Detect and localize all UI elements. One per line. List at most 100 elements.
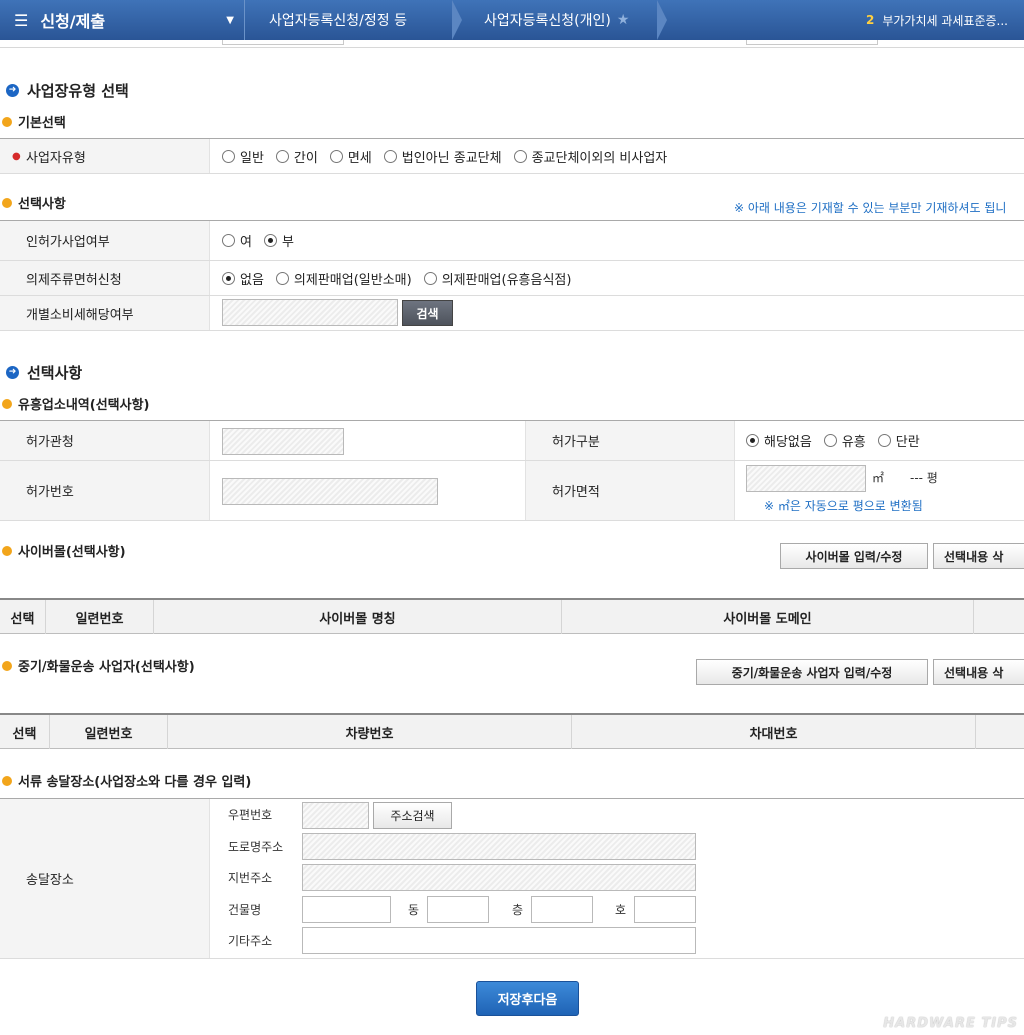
required-icon: ●	[12, 150, 21, 162]
arrow-circle-icon: ➜	[6, 84, 19, 97]
radio-general[interactable]: 일반	[222, 147, 264, 166]
radio-permit-karaoke[interactable]: 단란	[877, 431, 920, 450]
notice-ticker[interactable]: 2 부가가치세 과세표준증...	[866, 12, 1024, 29]
radio-permit-none[interactable]: 해당없음	[746, 431, 812, 450]
label-biz-type: ● 사업자유형	[0, 139, 210, 173]
label-delivery: 송달장소	[0, 799, 210, 958]
road-address-input[interactable]	[302, 833, 696, 860]
cut-off-input-2	[746, 40, 878, 45]
radio-exempt[interactable]: 면세	[329, 147, 372, 166]
permit-area-input[interactable]	[746, 465, 866, 492]
subsection-options: 선택사항	[2, 193, 66, 212]
label-permit-type: 허가구분	[525, 421, 735, 460]
pyeong-value: --- 평	[910, 471, 938, 485]
permit-type-radio-group: 해당없음 유흥 단란	[746, 421, 926, 460]
radio-non-business[interactable]: 종교단체이외의 비사업자	[513, 147, 667, 166]
label-road-address: 도로명주소	[228, 840, 284, 854]
building-input[interactable]	[302, 896, 391, 923]
subsection-truck: 중기/화물운송 사업자(선택사항)	[2, 656, 195, 675]
menu-dropdown[interactable]: ☰ 신청/제출 ▼	[0, 0, 245, 40]
label-license: 인허가사업여부	[0, 221, 210, 260]
col-mall-name: 사이버몰 명칭	[154, 600, 562, 634]
label-building: 건물명	[228, 903, 262, 917]
truck-delete-button[interactable]: 선택내용 삭	[933, 659, 1024, 685]
radio-liquor-none[interactable]: 없음	[222, 269, 264, 288]
truck-edit-button[interactable]: 중기/화물운송 사업자 입력/수정	[696, 659, 928, 685]
bullet-icon	[2, 197, 12, 208]
liquor-radio-group: 없음 의제판매업(일반소매) 의제판매업(유흥음식점)	[222, 261, 577, 295]
section-title-options: ➜ 선택사항	[6, 362, 82, 383]
radio-license-yes[interactable]: 여	[222, 231, 252, 250]
label-floor: 층	[512, 903, 524, 917]
watermark-logo: HARDWARE TIPS	[883, 1016, 1018, 1031]
label-agency: 허가관청	[0, 421, 210, 460]
bullet-icon	[2, 660, 12, 671]
breadcrumb-item-1[interactable]: 사업자등록신청/정정 등	[245, 0, 462, 40]
area-unit: ㎡	[872, 471, 885, 485]
radio-liquor-bar[interactable]: 의제판매업(유흥음식점)	[423, 269, 571, 288]
cybermall-table-header: 선택 일련번호 사이버몰 명칭 사이버몰 도메인	[0, 598, 1024, 634]
label-permit-no: 허가번호	[0, 461, 210, 520]
jibun-address-input[interactable]	[302, 864, 696, 891]
subsection-basic: 기본선택	[2, 112, 66, 131]
cybermall-edit-button[interactable]: 사이버몰 입력/수정	[780, 543, 928, 569]
notice-number: 2	[865, 13, 875, 27]
save-next-button[interactable]: 저장후다음	[476, 981, 579, 1016]
bullet-icon	[2, 545, 12, 556]
col-select: 선택	[0, 715, 50, 749]
zip-input[interactable]	[302, 802, 369, 829]
subsection-delivery: 서류 송달장소(사업장소와 다를 경우 입력)	[2, 771, 251, 790]
radio-religious[interactable]: 법인아닌 종교단체	[383, 147, 502, 166]
area-note: ※ ㎡은 자동으로 평으로 변환됨	[764, 499, 923, 513]
label-jibun-address: 지번주소	[228, 871, 273, 885]
label-ho: 호	[615, 903, 627, 917]
agency-input[interactable]	[222, 428, 344, 455]
dong-input[interactable]	[427, 896, 489, 923]
col-select: 선택	[0, 600, 46, 634]
col-serial: 일련번호	[50, 715, 168, 749]
truck-table-header: 선택 일련번호 차량번호 차대번호	[0, 713, 1024, 749]
row-license: 인허가사업여부 여 부	[0, 221, 1024, 261]
label-excise: 개별소비세해당여부	[0, 296, 210, 330]
row-agency: 허가관청 허가구분 해당없음 유흥 단란	[0, 421, 1024, 461]
top-nav-bar: ☰ 신청/제출 ▼ 사업자등록신청/정정 등 사업자등록신청(개인) ★ 2 부가…	[0, 0, 1024, 40]
license-radio-group: 여 부	[222, 221, 300, 260]
label-zip: 우편번호	[228, 808, 273, 822]
label-etc-address: 기타주소	[228, 934, 273, 948]
star-icon[interactable]: ★	[617, 12, 630, 28]
label-liquor: 의제주류면허신청	[0, 261, 210, 295]
subsection-entertainment: 유흥업소내역(선택사항)	[2, 394, 149, 413]
row-liquor: 의제주류면허신청 없음 의제판매업(일반소매) 의제판매업(유흥음식점)	[0, 261, 1024, 296]
col-vehicle-no: 차량번호	[168, 715, 572, 749]
radio-liquor-retail[interactable]: 의제판매업(일반소매)	[275, 269, 412, 288]
row-excise: 개별소비세해당여부	[0, 296, 1024, 331]
col-mall-domain: 사이버몰 도메인	[562, 600, 974, 634]
floor-input[interactable]	[531, 896, 593, 923]
notice-text: 부가가치세 과세표준증...	[882, 13, 1008, 28]
radio-simple[interactable]: 간이	[275, 147, 318, 166]
excise-search-button[interactable]: 검색	[402, 300, 453, 326]
cybermall-delete-button[interactable]: 선택내용 삭	[933, 543, 1024, 569]
address-search-button[interactable]: 주소검색	[373, 802, 452, 829]
permit-no-input[interactable]	[222, 478, 438, 505]
cut-off-input-1	[222, 40, 344, 45]
etc-address-input[interactable]	[302, 927, 696, 954]
hamburger-icon: ☰	[14, 10, 29, 30]
arrow-circle-icon: ➜	[6, 366, 19, 379]
radio-permit-entertainment[interactable]: 유흥	[823, 431, 866, 450]
excise-input[interactable]	[222, 299, 398, 326]
menu-title: 신청/제출	[40, 12, 106, 31]
label-permit-area: 허가면적	[525, 461, 735, 520]
row-biz-type: ● 사업자유형 일반 간이 면세 법인아닌 종교단체 종교단체이외의 비사업자	[0, 139, 1024, 174]
fill-note: ※ 아래 내용은 기재할 수 있는 부분만 기재하셔도 됩니	[734, 201, 1007, 215]
label-dong: 동	[408, 903, 420, 917]
bullet-icon	[2, 116, 12, 127]
caret-down-icon: ▼	[226, 14, 234, 26]
breadcrumb-item-2[interactable]: 사업자등록신청(개인) ★	[460, 0, 667, 40]
radio-license-no[interactable]: 부	[263, 231, 294, 250]
section-title-biz-type: ➜ 사업장유형 선택	[6, 80, 129, 101]
col-serial: 일련번호	[46, 600, 154, 634]
subsection-cybermall: 사이버몰(선택사항)	[2, 541, 126, 560]
biz-type-radio-group: 일반 간이 면세 법인아닌 종교단체 종교단체이외의 비사업자	[222, 139, 673, 173]
ho-input[interactable]	[634, 896, 696, 923]
